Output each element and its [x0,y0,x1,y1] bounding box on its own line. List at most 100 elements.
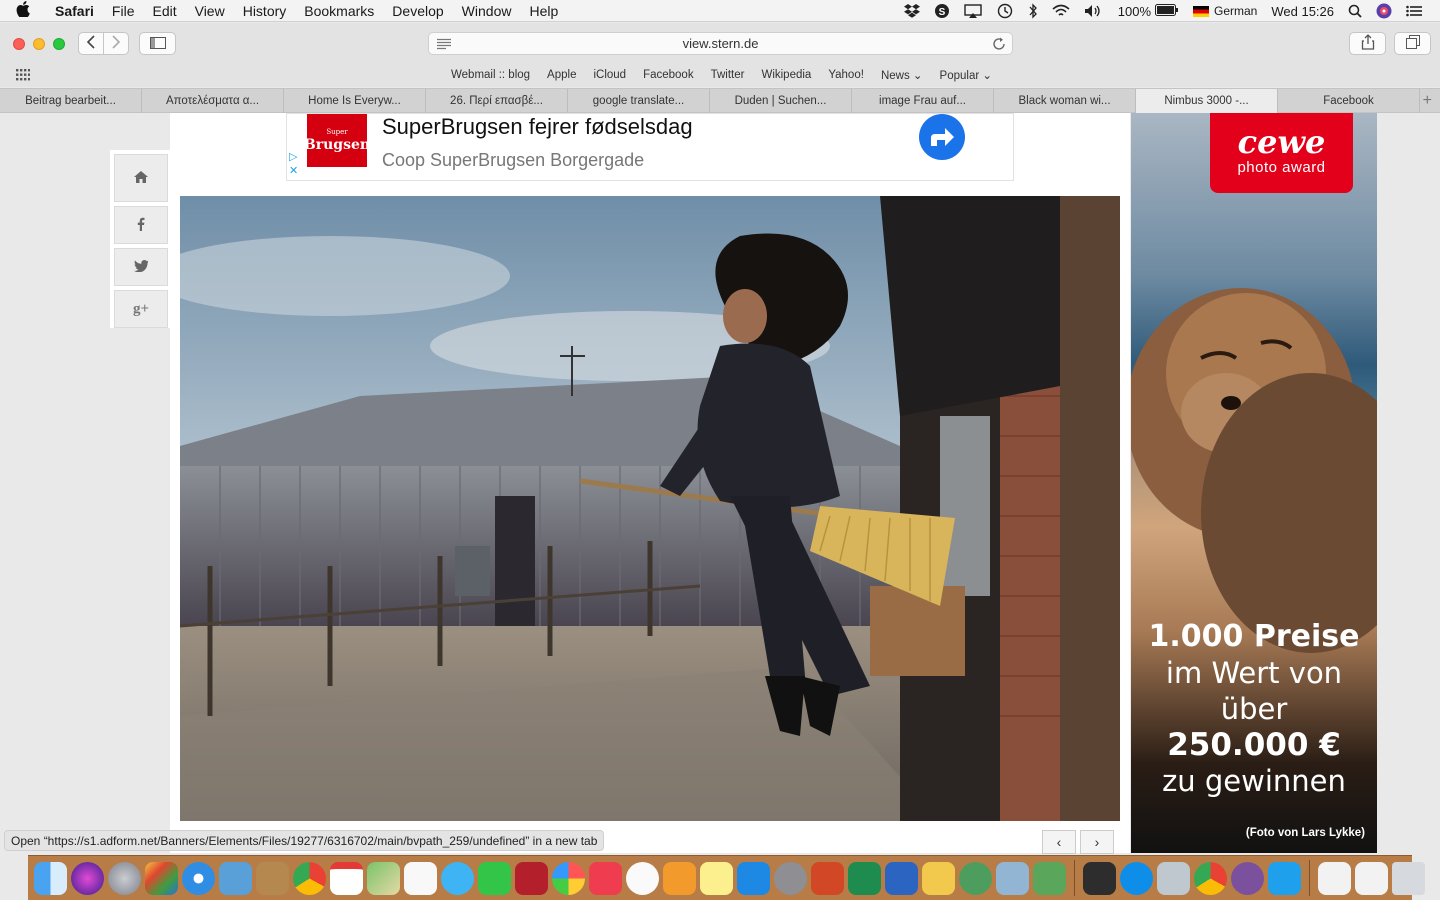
chrome-icon[interactable] [293,861,326,895]
calendar-icon[interactable] [330,861,363,895]
network-icon[interactable] [959,861,992,895]
grid-icon[interactable] [16,69,31,84]
tab-peri[interactable]: 26. Περί επασβέ... [426,89,568,113]
mission-control-icon[interactable] [145,861,178,895]
menu-window[interactable]: Window [453,3,521,19]
screenshot-icon[interactable] [1083,861,1116,895]
volume-icon[interactable] [1077,4,1111,18]
favorite-facebook[interactable]: Facebook [643,69,694,81]
chess-icon[interactable] [1033,861,1066,895]
tab-facebook[interactable]: Facebook [1278,89,1420,113]
twitter-share-button[interactable] [114,248,168,286]
viber-icon[interactable] [1231,861,1264,895]
maps-icon[interactable] [367,861,400,895]
apple-menu-icon[interactable] [0,0,46,21]
directions-arrow-icon[interactable] [919,114,965,160]
gallery-next-button[interactable]: › [1080,830,1114,854]
facetime-icon[interactable] [478,861,511,895]
music-icon[interactable] [626,861,659,895]
chrome-icon[interactable] [1194,861,1227,895]
favorite-icloud[interactable]: iCloud [593,69,626,81]
image-capture-icon[interactable] [1157,861,1190,895]
right-banner-ad[interactable]: cewe photo award 1.000 Preise im Wert vo… [1131,113,1377,853]
siri-icon[interactable] [71,861,104,895]
spotlight-icon[interactable] [1341,4,1369,18]
tab-overview-button[interactable] [1394,32,1431,55]
close-window-button[interactable] [13,38,25,50]
tab-duden[interactable]: Duden | Suchen... [710,89,852,113]
ad-choices-icon[interactable]: ▷ ✕ [289,150,298,178]
new-tab-button[interactable]: + [1420,89,1440,112]
tab-apotelesmata[interactable]: Αποτελέσματα α... [142,89,284,113]
zoom-window-button[interactable] [53,38,65,50]
document-icon[interactable] [1318,861,1351,895]
favorite-yahoo[interactable]: Yahoo! [828,69,864,81]
safari-icon[interactable] [182,861,215,895]
favorite-apple[interactable]: Apple [547,69,576,81]
menu-develop[interactable]: Develop [383,3,452,19]
back-button[interactable] [78,32,104,55]
user-avatar-icon[interactable] [1369,3,1399,19]
document-icon[interactable] [1355,861,1388,895]
tab-google-translate[interactable]: google translate... [568,89,710,113]
favorite-webmail[interactable]: Webmail :: blog [451,69,530,81]
menu-edit[interactable]: Edit [143,3,185,19]
battery-status[interactable]: 100% [1111,3,1186,19]
messages-icon[interactable] [441,861,474,895]
books-icon[interactable] [663,861,696,895]
favorite-wikipedia[interactable]: Wikipedia [761,69,811,81]
gallery-prev-button[interactable]: ‹ [1042,830,1076,854]
address-bar[interactable]: view.stern.de [428,32,1013,55]
article-photo[interactable] [180,196,1120,821]
home-button[interactable] [114,154,168,202]
menu-bookmarks[interactable]: Bookmarks [295,3,383,19]
notes-icon[interactable] [256,861,289,895]
bluetooth-icon[interactable] [1021,3,1045,19]
preview-icon[interactable] [996,861,1029,895]
menu-file[interactable]: File [103,3,144,19]
favorite-popular-folder[interactable]: Popular ⌄ [940,68,992,82]
tab-nimbus-3000[interactable]: Nimbus 3000 -... [1136,89,1278,113]
notification-center-icon[interactable] [1399,5,1440,17]
airplay-icon[interactable] [957,4,989,18]
teamviewer-icon[interactable] [1120,861,1153,895]
tab-black-woman[interactable]: Black woman wi... [994,89,1136,113]
app-store-icon[interactable] [737,861,770,895]
tab-image-frau[interactable]: image Frau auf... [852,89,994,113]
facebook-share-button[interactable] [114,206,168,244]
top-banner-ad[interactable]: Super Brugsen ▷ ✕ SuperBrugsen fejrer fød… [286,113,1014,181]
menubar-clock[interactable]: Wed 15:26 [1264,4,1341,19]
trash-icon[interactable] [1392,861,1425,895]
reminders-icon[interactable] [404,861,437,895]
wifi-icon[interactable] [1045,4,1077,18]
skype-icon[interactable] [1268,861,1301,895]
menu-history[interactable]: History [234,3,296,19]
reload-icon[interactable] [992,37,1006,54]
skype-status-icon[interactable]: S [927,3,957,19]
google-plus-share-button[interactable]: g+ [114,290,168,328]
tab-beitrag[interactable]: Beitrag bearbeit... [0,89,142,113]
finder-icon[interactable] [34,861,67,895]
menu-help[interactable]: Help [520,3,567,19]
photos-icon[interactable] [552,861,585,895]
powerpoint-icon[interactable] [811,861,844,895]
sidebar-toggle-button[interactable] [139,32,176,55]
excel-icon[interactable] [848,861,881,895]
menu-safari[interactable]: Safari [46,3,103,19]
reader-icon[interactable] [437,38,451,53]
tab-home-is-everywhere[interactable]: Home Is Everyw... [284,89,426,113]
menu-view[interactable]: View [186,3,234,19]
stickies-icon[interactable] [700,861,733,895]
time-machine-icon[interactable] [989,3,1021,19]
share-button[interactable] [1349,32,1386,55]
outlook-icon[interactable] [922,861,955,895]
photo-booth-icon[interactable] [515,861,548,895]
word-icon[interactable] [885,861,918,895]
forward-button[interactable] [103,32,129,55]
news-icon[interactable] [589,861,622,895]
favorite-twitter[interactable]: Twitter [711,69,745,81]
favorite-news-folder[interactable]: News ⌄ [881,68,923,82]
system-preferences-icon[interactable] [774,861,807,895]
minimize-window-button[interactable] [33,38,45,50]
dropbox-icon[interactable] [897,4,927,18]
